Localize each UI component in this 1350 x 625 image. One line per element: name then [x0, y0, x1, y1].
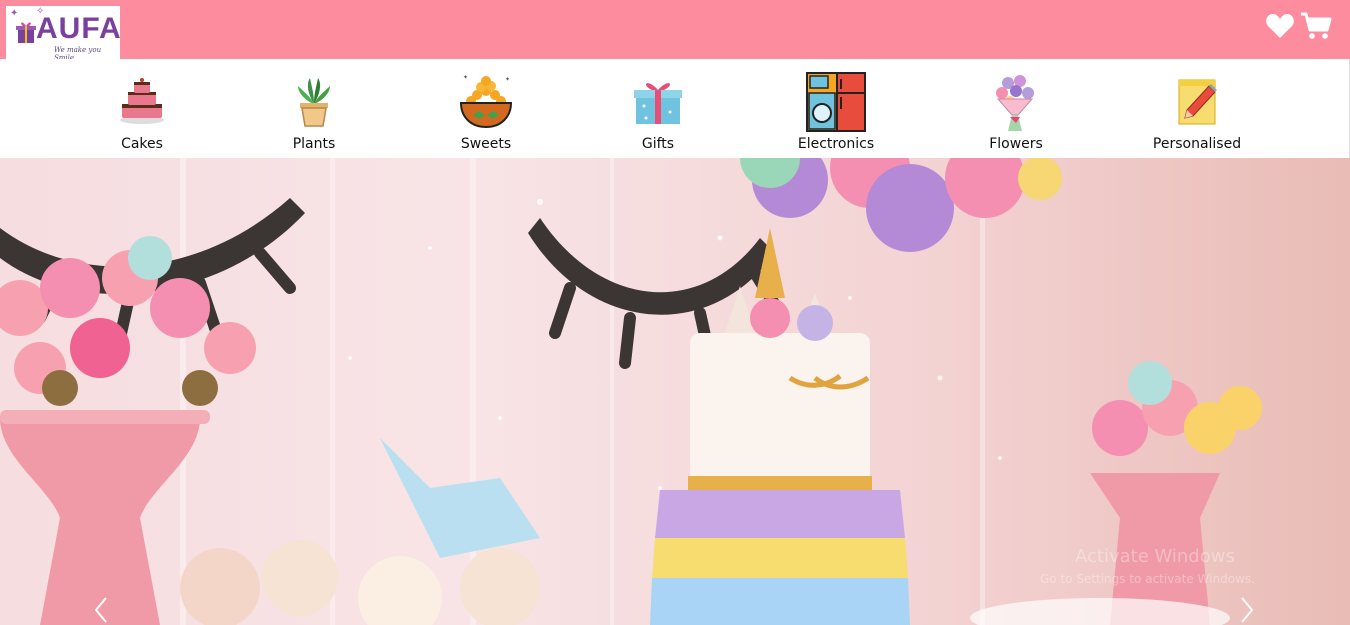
- category-gifts[interactable]: Gifts: [626, 59, 690, 158]
- category-label: Cakes: [121, 136, 163, 152]
- sweets-icon: ✦ ✦: [455, 71, 517, 133]
- cake-icon: [111, 71, 173, 133]
- category-electronics[interactable]: Electronics: [796, 59, 876, 158]
- cart-icon[interactable]: [1300, 10, 1332, 42]
- chevron-right-icon: [1241, 597, 1254, 623]
- category-label: Gifts: [641, 136, 675, 152]
- watermark-subtitle: Go to Settings to activate Windows.: [1040, 572, 1255, 586]
- top-bar: ✦ ✧ AUFA We make you Smile: [0, 0, 1350, 62]
- heart-icon[interactable]: [1264, 10, 1296, 42]
- category-sweets[interactable]: ✦ ✦ Sweets: [454, 59, 518, 158]
- watermark-title: Activate Windows: [1075, 546, 1235, 567]
- chevron-left-icon: [94, 597, 107, 623]
- category-label: Personalised: [1152, 136, 1242, 152]
- svg-text:✦: ✦: [463, 74, 468, 81]
- category-personalised[interactable]: Personalised: [1152, 59, 1242, 158]
- logo[interactable]: ✦ ✧ AUFA We make you Smile: [6, 6, 122, 62]
- gift-icon: [627, 71, 689, 133]
- appliances-icon: [805, 71, 867, 133]
- gift-box-icon: [16, 22, 36, 43]
- svg-text:✦: ✦: [505, 76, 510, 83]
- category-flowers[interactable]: Flowers: [984, 59, 1048, 158]
- sparkle-icon: ✦: [10, 8, 19, 19]
- brand-name: AUFA: [36, 12, 122, 45]
- carousel-next-button[interactable]: [1232, 595, 1262, 625]
- category-cakes[interactable]: Cakes: [110, 59, 174, 158]
- category-bar: Cakes Plants ✦ ✦ Sweets Gifts Electronic…: [0, 59, 1350, 158]
- plant-icon: [283, 71, 345, 133]
- category-label: Sweets: [460, 136, 512, 152]
- bouquet-icon: [985, 71, 1047, 133]
- category-label: Flowers: [989, 136, 1043, 152]
- carousel-prev-button[interactable]: [86, 595, 116, 625]
- category-label: Plants: [292, 136, 336, 152]
- hero-banner: Activate Windows Go to Settings to activ…: [0, 158, 1350, 625]
- header-actions: [1264, 10, 1332, 42]
- category-plants[interactable]: Plants: [282, 59, 346, 158]
- notepad-pencil-icon: [1166, 71, 1228, 133]
- category-label: Electronics: [797, 136, 875, 152]
